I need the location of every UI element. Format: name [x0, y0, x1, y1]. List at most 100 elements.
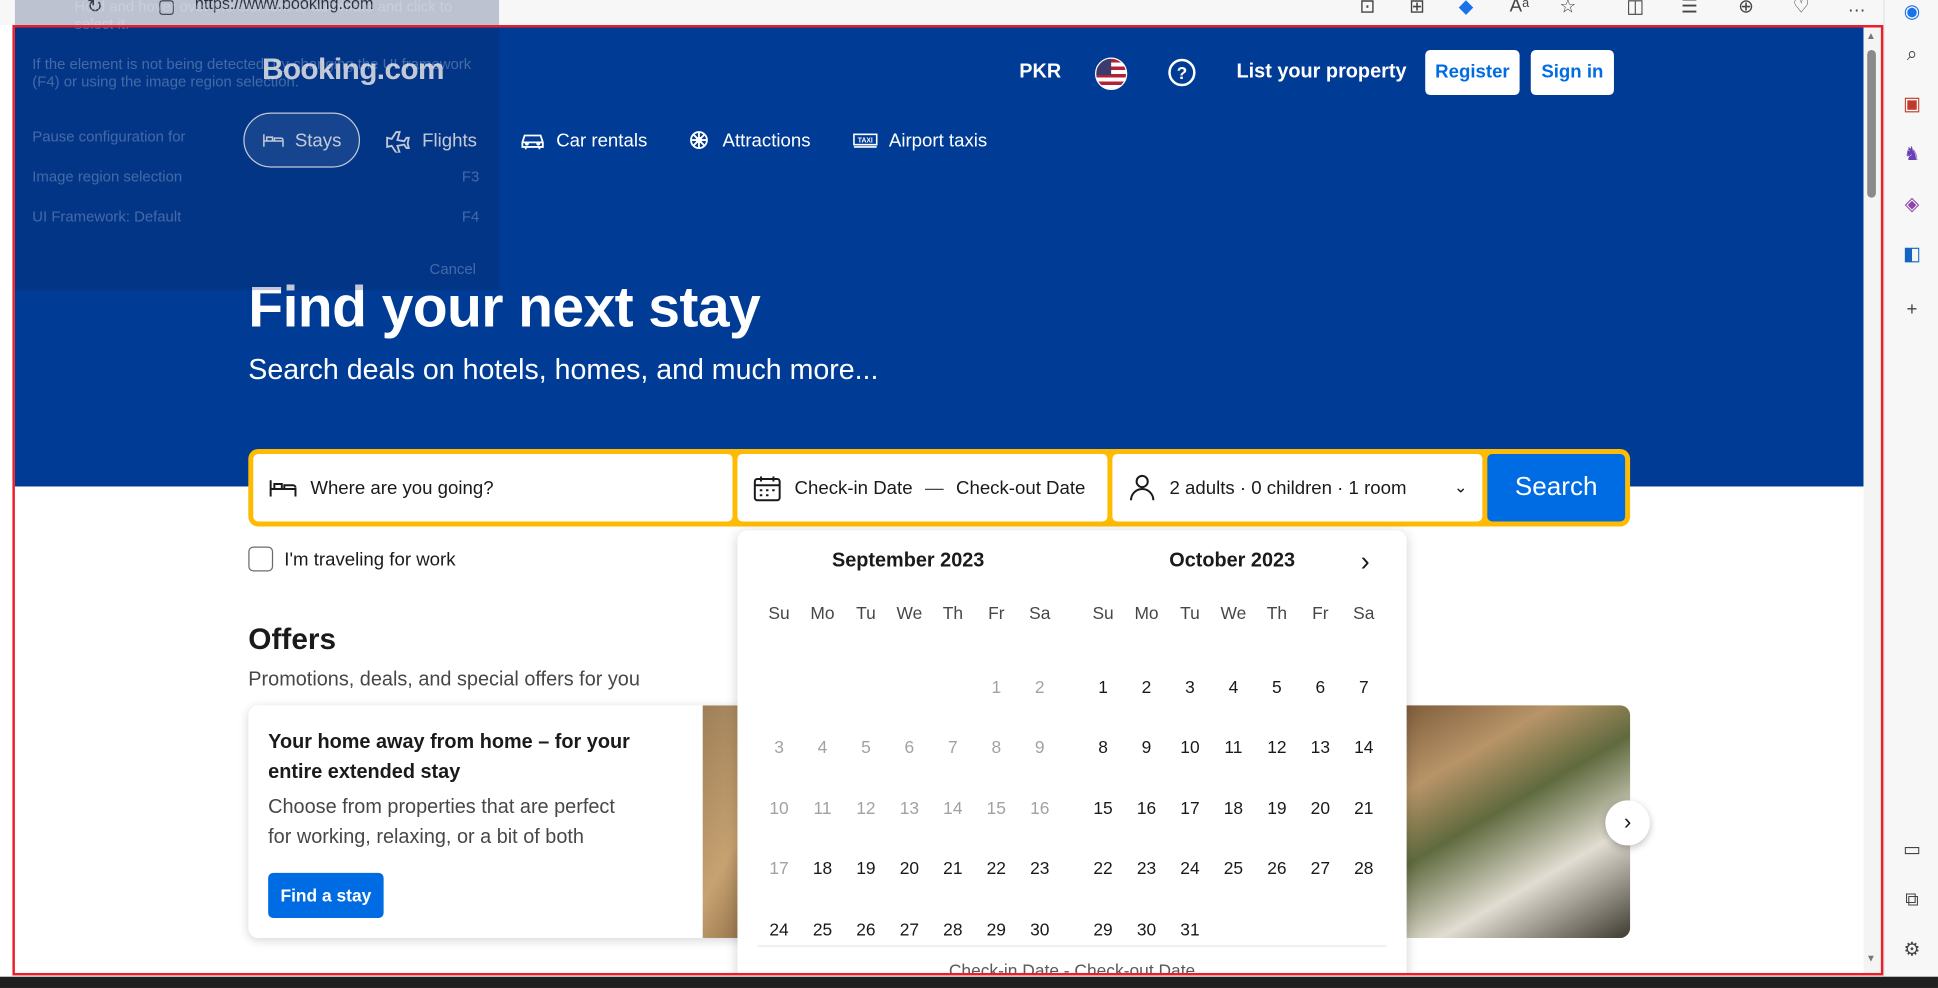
weekday-label: We [1220, 602, 1247, 623]
us-flag-icon[interactable] [1095, 57, 1128, 91]
scroll-down-icon[interactable]: ▼ [1866, 953, 1876, 964]
favorite-star-icon[interactable]: ☆ [1559, 0, 1576, 18]
scrollbar-thumb[interactable] [1867, 50, 1876, 198]
calendar-day: 11 [813, 797, 832, 818]
shopping-icon[interactable]: ▣ [1899, 93, 1924, 118]
calendar-day[interactable]: 17 [1168, 783, 1211, 844]
calendar-day[interactable]: 13 [1299, 722, 1342, 783]
calendar-day[interactable]: 23 [1018, 843, 1061, 904]
read-aloud-icon[interactable]: ⊡ [1359, 0, 1375, 18]
apps-icon[interactable]: ⊞ [1409, 0, 1425, 18]
calendar-day[interactable]: 29 [975, 904, 1018, 965]
calendar-day[interactable]: 5 [1255, 661, 1298, 722]
nav-attractions[interactable]: Attractions [668, 113, 828, 168]
calendar-day[interactable]: 30 [1018, 904, 1061, 965]
find-a-stay-button[interactable]: Find a stay [268, 872, 384, 918]
nav-car-rentals[interactable]: Car rentals [502, 113, 665, 168]
calendar-day[interactable]: 12 [1255, 722, 1298, 783]
calendar-day[interactable]: 28 [1342, 843, 1385, 904]
empty-day-cell [931, 661, 974, 722]
calendar-day: 9 [1034, 736, 1045, 757]
calendar-day[interactable]: 27 [888, 904, 931, 965]
search-icon[interactable]: ⌕ [1899, 43, 1924, 68]
sign-in-button[interactable]: Sign in [1530, 50, 1614, 96]
calendar-day[interactable]: 4 [1212, 661, 1255, 722]
search-button[interactable]: Search [1487, 453, 1626, 522]
browser-essentials-icon[interactable]: ♡ [1793, 0, 1810, 18]
settings-gear-icon[interactable]: ⚙ [1899, 938, 1924, 963]
calendar-day[interactable]: 19 [1255, 783, 1298, 844]
more-menu-icon[interactable]: … [1847, 0, 1866, 16]
favorites-list-icon[interactable]: ☰ [1681, 0, 1698, 18]
calendar-day[interactable]: 29 [1081, 904, 1124, 965]
page-scrollbar[interactable]: ▲ ▼ [1863, 25, 1881, 973]
add-sidebar-icon[interactable]: + [1899, 298, 1924, 323]
list-property-link[interactable]: List your property [1237, 61, 1407, 84]
automation-overlay: Hold and hover over the element to autom… [14, 0, 500, 291]
calendar-day[interactable]: 3 [1168, 661, 1211, 722]
weekday-label: Mo [1134, 602, 1159, 623]
calendar-day[interactable]: 8 [1081, 722, 1124, 783]
work-travel-checkbox[interactable] [248, 546, 274, 572]
calendar-day[interactable]: 20 [1299, 783, 1342, 844]
collections-icon[interactable]: ⊕ [1738, 0, 1754, 18]
sidebar-panel-icon[interactable]: ▭ [1899, 838, 1924, 863]
open-external-icon[interactable]: ⧉ [1899, 888, 1924, 913]
currency-selector[interactable]: PKR [1019, 61, 1061, 84]
date-range-field[interactable]: Check-in Date — Check-out Date [737, 453, 1108, 522]
split-screen-icon[interactable]: ◫ [1626, 0, 1644, 18]
nav-airport-taxis[interactable]: TAXI Airport taxis [834, 113, 1004, 168]
empty-day-cell [844, 661, 887, 722]
calendar-day[interactable]: 23 [1125, 843, 1168, 904]
calendar-day[interactable]: 24 [1168, 843, 1211, 904]
calendar-day[interactable]: 25 [1212, 843, 1255, 904]
calendar-day[interactable]: 20 [888, 843, 931, 904]
calendar-day[interactable]: 24 [757, 904, 800, 965]
scroll-up-icon[interactable]: ▲ [1866, 30, 1876, 41]
calendar-day[interactable]: 25 [801, 904, 844, 965]
chevron-right-icon: › [1360, 545, 1370, 577]
help-icon[interactable]: ? [1168, 58, 1196, 87]
calendar-day[interactable]: 22 [975, 843, 1018, 904]
work-travel-option[interactable]: I'm traveling for work [248, 546, 456, 572]
calendar-day[interactable]: 30 [1125, 904, 1168, 965]
calendar-day[interactable]: 6 [1299, 661, 1342, 722]
calendar-day[interactable]: 10 [1168, 722, 1211, 783]
calendar-day[interactable]: 9 [1125, 722, 1168, 783]
calendar-day[interactable]: 27 [1299, 843, 1342, 904]
calendar-day[interactable]: 1 [1081, 661, 1124, 722]
calendar-day[interactable]: 21 [1342, 783, 1385, 844]
calendar-day[interactable]: 16 [1125, 783, 1168, 844]
calendar-day[interactable]: 19 [844, 843, 887, 904]
font-icon[interactable]: Aᵃ [1510, 0, 1529, 16]
calendar-day[interactable]: 31 [1168, 904, 1211, 965]
calendar-day[interactable]: 11 [1212, 722, 1255, 783]
calendar-day[interactable]: 28 [931, 904, 974, 965]
carousel-next-button[interactable]: › [1605, 800, 1650, 846]
calendar-day[interactable]: 15 [1081, 783, 1124, 844]
calendar-day[interactable]: 21 [931, 843, 974, 904]
calendar-day[interactable]: 26 [844, 904, 887, 965]
calendar-day[interactable]: 7 [1342, 661, 1385, 722]
overlay-cancel-button[interactable]: Cancel [430, 260, 476, 278]
extension-icon[interactable]: ◆ [1459, 0, 1473, 18]
offer-card-2-image[interactable] [1395, 705, 1631, 938]
next-month-button[interactable]: › [1361, 545, 1370, 578]
office-icon[interactable]: ◈ [1899, 193, 1924, 218]
calendar-day[interactable]: 22 [1081, 843, 1124, 904]
outlook-icon[interactable]: ◧ [1899, 243, 1924, 268]
register-button[interactable]: Register [1425, 50, 1520, 96]
occupancy-field[interactable]: 2 adults · 0 children · 1 room ⌄ [1112, 453, 1483, 522]
empty-day-cell [757, 661, 800, 722]
calendar-day[interactable]: 18 [1212, 783, 1255, 844]
calendar-day[interactable]: 14 [1342, 722, 1385, 783]
calendar-day: 5 [861, 736, 871, 757]
calendar-day[interactable]: 18 [801, 843, 844, 904]
bed-icon [269, 480, 297, 497]
calendar-day: 6 [904, 736, 915, 757]
games-icon[interactable]: ♞ [1899, 143, 1924, 168]
calendar-day[interactable]: 2 [1125, 661, 1168, 722]
calendar-day[interactable]: 26 [1255, 843, 1298, 904]
destination-field[interactable]: Where are you going? [253, 453, 733, 522]
copilot-icon[interactable]: ◉ [1899, 0, 1924, 25]
